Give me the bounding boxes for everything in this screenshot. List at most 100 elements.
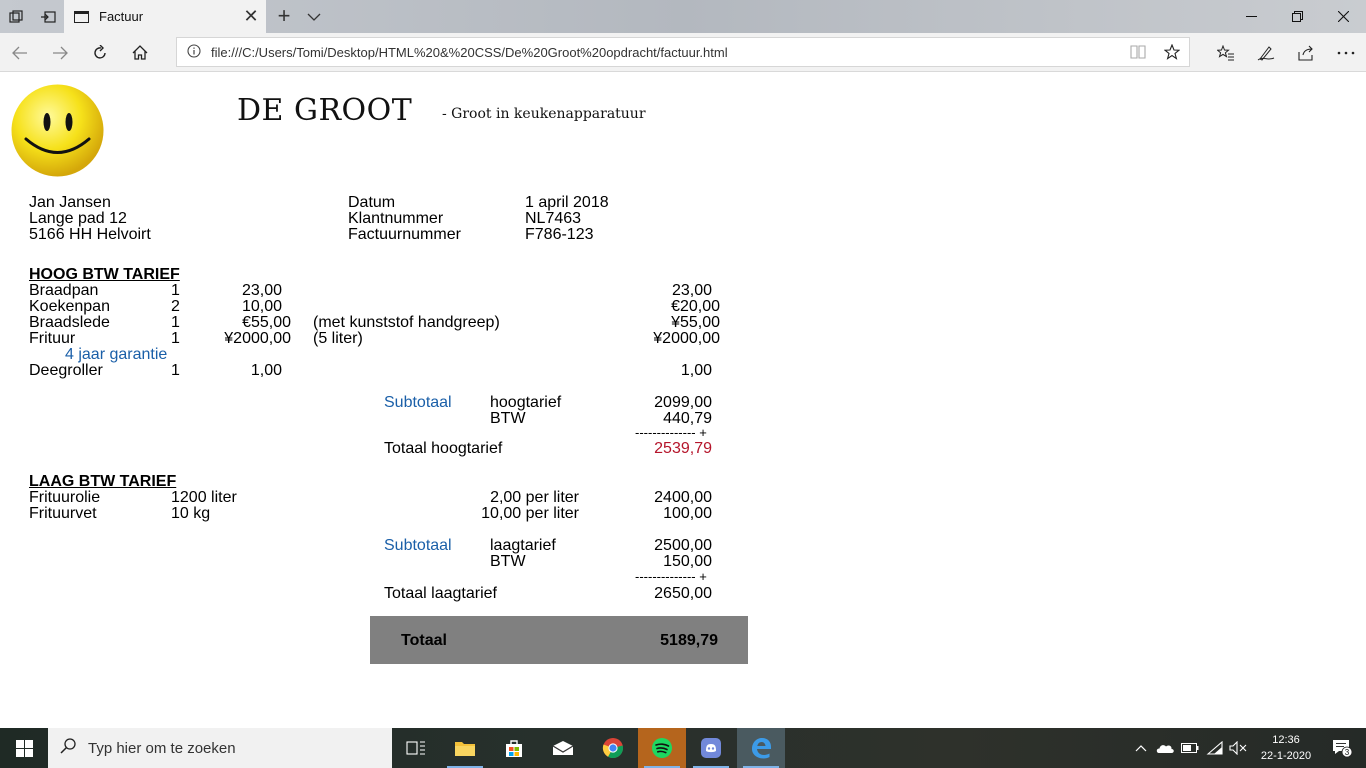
edge-icon[interactable] <box>737 728 785 768</box>
system-clock[interactable]: 12:36 22-1-2020 <box>1254 732 1318 764</box>
high-tariff-total-label: Totaal hoogtarief <box>384 440 503 457</box>
warranty-note: 4 jaar garantie <box>65 346 168 363</box>
minimize-icon[interactable] <box>1228 0 1274 33</box>
tab-actions-icon[interactable] <box>0 0 32 33</box>
notification-center-icon[interactable]: 3 <box>1318 728 1366 768</box>
low-tariff-total-value: 2650,00 <box>654 585 712 602</box>
item-qty: 1 <box>171 314 180 331</box>
search-placeholder: Typ hier om te zoeken <box>88 739 236 757</box>
date-label: Datum <box>348 194 396 211</box>
sum-separator: -------------- + <box>635 569 707 584</box>
item-name: Frituurvet <box>29 505 97 522</box>
item-name: Koekenpan <box>29 298 110 315</box>
forward-arrow-icon[interactable] <box>40 33 80 72</box>
reading-view-icon[interactable] <box>1121 37 1155 67</box>
item-name: Deegroller <box>29 362 103 379</box>
browser-toolbar: file:///C:/Users/Tomi/Desktop/HTML%20&%2… <box>0 33 1366 72</box>
notification-count: 3 <box>1345 748 1350 757</box>
high-tariff-total-value: 2539,79 <box>654 440 712 457</box>
restore-icon[interactable] <box>1274 0 1320 33</box>
company-name: DE GROOT <box>237 93 413 128</box>
item-unit-price: 10,00 per liter <box>481 505 579 522</box>
battery-icon[interactable] <box>1178 728 1202 768</box>
onedrive-cloud-icon[interactable] <box>1153 728 1177 768</box>
grand-total-value: 5189,79 <box>660 632 718 649</box>
customer-street: Lange pad 12 <box>29 210 127 227</box>
taskbar-search-box[interactable]: Typ hier om te zoeken <box>48 728 392 768</box>
low-tariff-total-label: Totaal laagtarief <box>384 585 497 602</box>
item-name: Frituur <box>29 330 76 347</box>
subtotal-label: Subtotaal <box>384 537 452 554</box>
address-bar[interactable]: file:///C:/Users/Tomi/Desktop/HTML%20&%2… <box>176 37 1190 67</box>
customer-number-label: Klantnummer <box>348 210 444 227</box>
item-total: ¥55,00 <box>671 314 720 331</box>
subtotal-description: hoogtarief <box>490 394 562 411</box>
page-icon <box>74 10 89 23</box>
item-price: 1,00 <box>250 362 282 379</box>
item-qty: 2 <box>171 298 180 315</box>
windows-start-icon[interactable] <box>0 728 48 768</box>
close-tab-icon[interactable]: ✕ <box>236 6 266 27</box>
back-arrow-icon[interactable] <box>0 33 40 72</box>
subtotal-value: 2500,00 <box>654 537 712 554</box>
item-qty: 1 <box>171 282 180 299</box>
item-total: 1,00 <box>680 362 712 379</box>
invoice-number-value: F786-123 <box>525 226 594 243</box>
chevron-down-icon[interactable] <box>300 0 328 33</box>
chevron-up-icon[interactable] <box>1132 728 1150 768</box>
volume-muted-icon[interactable] <box>1227 728 1249 768</box>
vat-value: 150,00 <box>663 553 712 570</box>
more-options-icon[interactable] <box>1326 33 1366 72</box>
item-total: 23,00 <box>671 282 712 299</box>
subtotal-label: Subtotaal <box>384 394 452 411</box>
refresh-icon[interactable] <box>80 33 120 72</box>
company-slogan: - Groot in keukenapparatuur <box>442 106 646 122</box>
grand-total-label: Totaal <box>401 632 447 649</box>
home-icon[interactable] <box>120 33 160 72</box>
store-icon[interactable] <box>490 728 538 768</box>
item-note: (met kunststof handgreep) <box>313 314 500 331</box>
windows-taskbar: Typ hier om te zoeken 12:36 22-1-2020 3 <box>0 728 1366 768</box>
file-explorer-icon[interactable] <box>441 728 489 768</box>
discord-icon[interactable] <box>687 728 735 768</box>
wifi-icon[interactable] <box>1203 728 1227 768</box>
invoice-number-label: Factuurnummer <box>348 226 461 243</box>
new-tab-button[interactable]: + <box>270 0 298 33</box>
clock-date: 22-1-2020 <box>1260 750 1312 762</box>
favorites-list-icon[interactable] <box>1206 33 1246 72</box>
browser-tab-bar: Factuur ✕ + <box>0 0 1366 33</box>
subtotal-value: 2099,00 <box>654 394 712 411</box>
date-value: 1 april 2018 <box>525 194 609 211</box>
item-qty: 10 kg <box>171 505 211 522</box>
item-note: (5 liter) <box>313 330 363 347</box>
task-view-icon[interactable] <box>392 728 440 768</box>
mail-icon[interactable] <box>539 728 587 768</box>
close-window-icon[interactable] <box>1320 0 1366 33</box>
invoice-page: DE GROOT - Groot in keukenapparatuur Jan… <box>0 73 1366 728</box>
pen-icon[interactable] <box>1246 33 1286 72</box>
vat-label: BTW <box>490 410 526 427</box>
subtotal-description: laagtarief <box>490 537 556 554</box>
search-icon <box>60 737 82 759</box>
chrome-icon[interactable] <box>589 728 637 768</box>
set-tabs-aside-icon[interactable] <box>32 0 64 33</box>
item-qty: 1 <box>171 362 180 379</box>
item-unit-price: 2,00 per liter <box>490 489 579 506</box>
item-price: ¥2000,00 <box>224 330 291 347</box>
info-icon[interactable] <box>177 43 211 61</box>
item-name: Frituurolie <box>29 489 101 506</box>
favorite-star-icon[interactable] <box>1155 37 1189 67</box>
customer-number-value: NL7463 <box>525 210 582 227</box>
item-name: Braadpan <box>29 282 99 299</box>
share-icon[interactable] <box>1286 33 1326 72</box>
url-text[interactable]: file:///C:/Users/Tomi/Desktop/HTML%20&%2… <box>211 45 1121 60</box>
vat-label: BTW <box>490 553 526 570</box>
item-qty: 1200 liter <box>171 489 237 506</box>
smiley-logo <box>11 84 104 177</box>
sum-separator: -------------- + <box>635 425 707 440</box>
spotify-icon[interactable] <box>638 728 686 768</box>
tab-factuur[interactable]: Factuur ✕ <box>64 0 266 33</box>
tab-title: Factuur <box>99 9 144 24</box>
low-tariff-heading: LAAG BTW TARIEF <box>29 473 177 490</box>
customer-city: 5166 HH Helvoirt <box>29 226 151 243</box>
